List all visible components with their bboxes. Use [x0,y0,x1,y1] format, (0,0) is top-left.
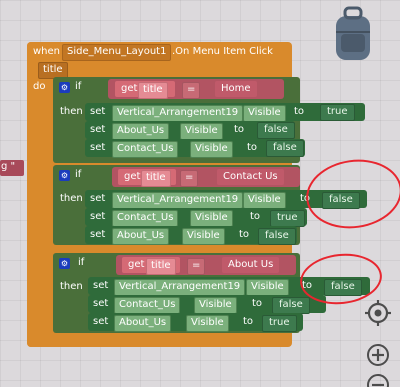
component-dropdown[interactable]: Contact_Us [114,297,181,314]
get-label: get [124,171,141,182]
boolean-value[interactable]: false [257,122,295,139]
component-dropdown[interactable]: Vertical_Arrangement19 [112,105,244,122]
zoom-out-icon[interactable] [366,373,390,387]
boolean-value[interactable]: true [270,210,305,227]
set-label: set [90,193,106,204]
property-dropdown[interactable]: Visible [182,228,225,245]
boolean-value[interactable]: true [320,104,355,121]
get-var-dropdown[interactable]: title [146,258,176,275]
to-label: to [294,106,305,117]
then-label: then [60,106,83,117]
property-dropdown[interactable]: Visible [243,192,286,209]
if-label: if [78,257,85,268]
property-dropdown[interactable]: Visible [180,123,223,140]
set-label: set [93,298,109,309]
property-dropdown[interactable]: Visible [243,105,286,122]
boolean-value[interactable]: false [258,228,296,245]
then-label: then [60,281,83,292]
zoom-in-icon[interactable] [366,343,390,367]
get-var-dropdown[interactable]: title [138,82,168,99]
compare-text[interactable]: About Us [222,257,280,273]
operator-dropdown[interactable]: = [180,170,199,187]
get-var-dropdown[interactable]: title [141,170,171,187]
compare-text[interactable]: Home [215,81,257,97]
set-label: set [90,106,106,117]
boolean-value[interactable]: false [272,297,310,314]
event-name-label: .On Menu Item Click [172,46,273,57]
offscreen-text-label: g " [1,161,16,172]
to-label: to [239,229,250,240]
boolean-value[interactable]: false [266,140,304,157]
gear-icon[interactable]: ⚙ [59,258,70,269]
to-label: to [243,316,254,327]
set-label: set [90,211,106,222]
set-label: set [93,280,109,291]
property-dropdown[interactable]: Visible [186,315,229,332]
component-dropdown[interactable]: Contact_Us [112,141,179,158]
operator-dropdown[interactable]: = [187,258,206,275]
component-dropdown[interactable]: About_Us [112,123,170,140]
get-label: get [121,83,138,94]
do-label: do [33,81,46,92]
if-label: if [75,169,82,180]
property-dropdown[interactable]: Visible [194,297,237,314]
component-dropdown[interactable]: About_Us [112,228,170,245]
gear-icon[interactable]: ⚙ [59,82,70,93]
set-label: set [90,142,106,153]
backpack-icon[interactable] [330,6,376,64]
then-label: then [60,193,83,204]
to-label: to [234,124,245,135]
component-dropdown[interactable]: About_Us [114,315,172,332]
operator-dropdown[interactable]: = [182,82,201,99]
component-dropdown[interactable]: Contact_Us [112,210,179,227]
to-label: to [250,211,261,222]
boolean-value[interactable]: true [262,315,297,332]
compare-text[interactable]: Contact Us [217,169,284,185]
gear-icon[interactable]: ⚙ [59,170,70,181]
component-dropdown[interactable]: Vertical_Arrangement19 [114,279,246,296]
property-dropdown[interactable]: Visible [190,141,233,158]
property-dropdown[interactable]: Visible [190,210,233,227]
target-icon[interactable] [364,299,392,327]
component-dropdown[interactable]: Side_Menu_Layout1 [62,44,172,61]
set-label: set [93,316,109,327]
set-label: set [90,229,106,240]
to-label: to [252,298,263,309]
component-dropdown[interactable]: Vertical_Arrangement19 [112,192,244,209]
to-label: to [247,142,258,153]
when-label: when [33,46,61,57]
get-label: get [128,259,145,270]
if-label: if [75,81,82,92]
property-dropdown[interactable]: Visible [246,279,289,296]
set-label: set [90,124,106,135]
